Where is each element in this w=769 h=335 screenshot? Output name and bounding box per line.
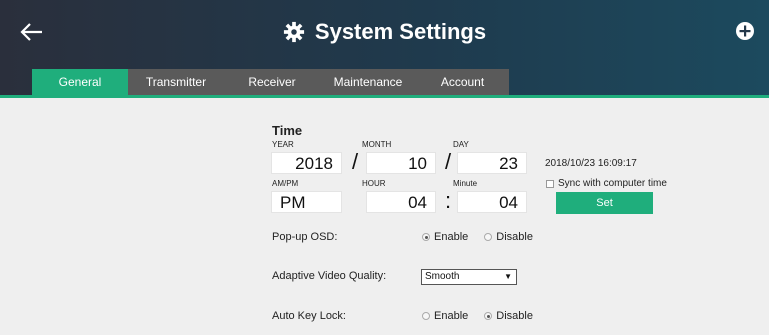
time-section-title: Time [272,123,303,138]
page-title: System Settings [314,19,487,44]
auto-key-lock-disable-radio[interactable] [484,312,493,320]
tab-transmitter[interactable]: Transmitter [128,69,224,95]
auto-key-lock-enable-radio[interactable] [422,312,430,320]
auto-key-lock-options: Enable Disable [422,310,533,322]
auto-key-lock-label: Auto Key Lock: [272,310,346,322]
month-field[interactable]: 10 [366,152,436,174]
tab-general[interactable]: General [32,69,128,95]
popup-osd-disable-radio[interactable] [484,233,493,241]
sync-checkbox[interactable] [546,179,554,188]
popup-osd-enable-radio[interactable] [422,233,430,241]
auto-key-lock-enable-label: Enable [434,310,469,322]
month-label: MONTH [362,140,392,149]
current-datetime: 2018/10/23 16:09:17 [545,158,637,169]
year-field[interactable]: 2018 [271,152,342,174]
page-title-group: System Settings [0,14,769,50]
adaptive-video-value: Smooth [425,271,460,282]
gear-icon [283,21,304,43]
set-time-button[interactable]: Set [556,192,653,214]
adaptive-video-select[interactable]: Smooth ▼ [421,269,517,285]
day-field[interactable]: 23 [457,152,527,174]
sync-time-option[interactable]: Sync with computer time [546,178,667,189]
minute-field[interactable]: 04 [457,191,527,213]
sync-label: Sync with computer time [558,178,667,189]
auto-key-lock-disable-label: Disable [496,310,533,322]
tab-bar: General Transmitter Receiver Maintenance… [32,69,509,95]
minute-label: Minute [453,179,478,188]
popup-osd-enable-label: Enable [434,231,469,243]
adaptive-video-label: Adaptive Video Quality: [272,270,387,282]
general-settings-panel: Time YEAR MONTH DAY 2018 / 10 / 23 2018/… [0,98,769,335]
popup-osd-options: Enable Disable [422,231,533,243]
app-header: System Settings General Transmitter Rece… [0,0,769,95]
date-separator: / [352,149,359,174]
tab-receiver[interactable]: Receiver [224,69,320,95]
hour-label: HOUR [362,179,386,188]
tab-account[interactable]: Account [416,69,509,95]
ampm-label: AM/PM [272,179,299,188]
time-separator: : [445,188,452,213]
day-label: DAY [453,140,469,149]
date-separator: / [445,149,452,174]
plus-circle-icon [736,22,754,40]
ampm-field[interactable]: PM [271,191,342,213]
hour-field[interactable]: 04 [366,191,436,213]
tab-maintenance[interactable]: Maintenance [320,69,416,95]
popup-osd-label: Pop-up OSD: [272,231,338,243]
dropdown-arrow-icon: ▼ [504,272,512,281]
add-button[interactable] [735,21,755,41]
popup-osd-disable-label: Disable [496,231,533,243]
year-label: YEAR [272,140,294,149]
